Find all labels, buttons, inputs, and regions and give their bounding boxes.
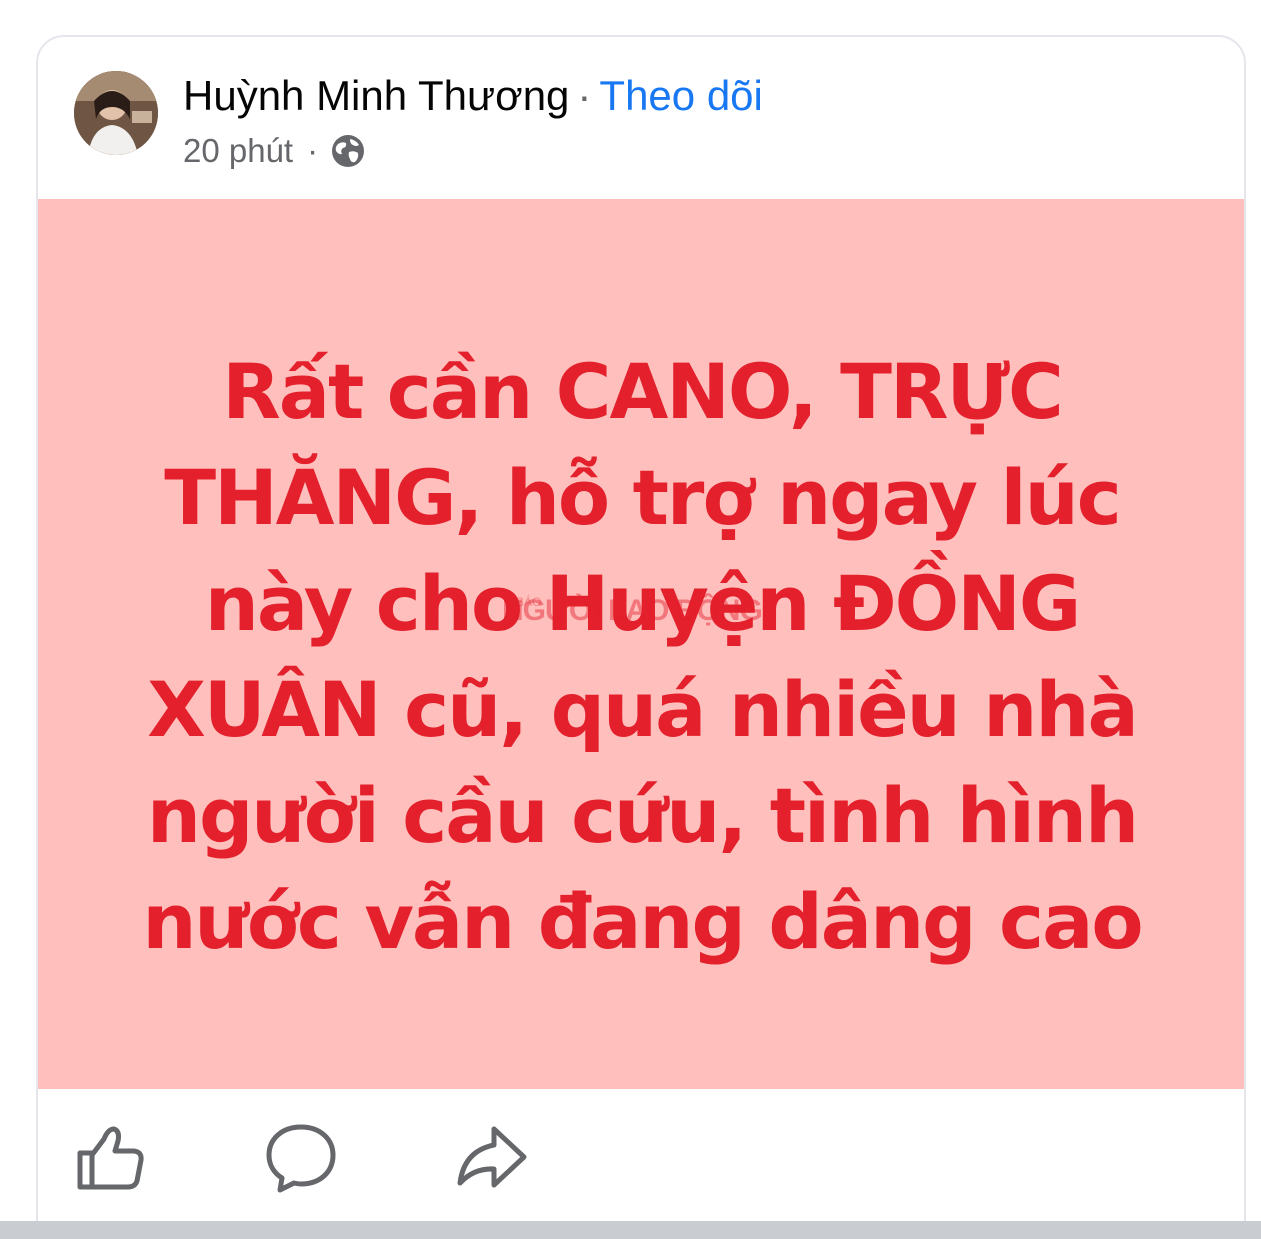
post-meta: 20 phút · — [183, 131, 366, 171]
like-button[interactable] — [72, 1119, 150, 1197]
post-content-background: Rất cần CANO, TRỰC THĂNG, hỗ trợ ngay lú… — [38, 199, 1244, 1089]
share-icon — [457, 1126, 527, 1188]
post-card: Huỳnh Minh Thương · Theo dõi 20 phút · Rất… — [36, 35, 1246, 1235]
author-avatar[interactable] — [74, 71, 158, 155]
post-actions — [38, 1089, 1244, 1219]
avatar-image — [74, 71, 158, 155]
follow-button[interactable]: Theo dõi — [599, 72, 762, 119]
author-name[interactable]: Huỳnh Minh Thương — [183, 72, 569, 119]
globe-icon — [330, 133, 366, 169]
page-top-background — [0, 0, 1261, 40]
comment-icon — [266, 1124, 336, 1193]
meta-separator: · — [307, 132, 319, 169]
comment-button[interactable] — [262, 1119, 340, 1197]
watermark: NGƯỜI LAO ĐỘNG — [502, 594, 763, 627]
author-separator: · — [577, 72, 592, 119]
post-text: Rất cần CANO, TRỰC THĂNG, hỗ trợ ngay lú… — [142, 347, 1143, 966]
bottom-divider — [0, 1221, 1261, 1239]
thumbs-up-icon — [77, 1126, 144, 1190]
share-button[interactable] — [452, 1119, 530, 1197]
post-timestamp[interactable]: 20 phút — [183, 131, 293, 171]
post-header: Huỳnh Minh Thương · Theo dõi 20 phút · — [38, 37, 1244, 199]
author-line: Huỳnh Minh Thương · Theo dõi — [183, 71, 763, 121]
